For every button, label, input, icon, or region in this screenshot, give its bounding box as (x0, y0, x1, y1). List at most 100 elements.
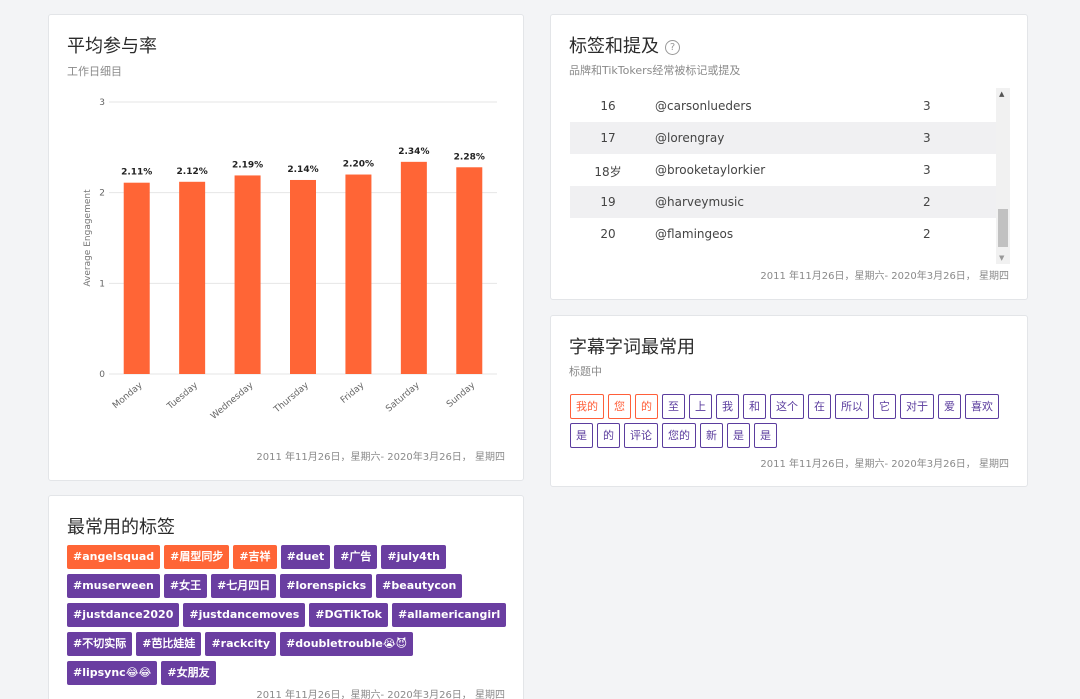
word-chip[interactable]: 在 (808, 394, 831, 419)
hashtag-chip[interactable]: #doubletrouble😭😈 (280, 632, 414, 656)
rank-cell: 19 (600, 195, 616, 209)
hashtag-list: #angelsquad #眉型同步 #吉祥 #duet #广告 #july4th #muse… (67, 545, 507, 685)
hashtag-chip[interactable]: #beautycon (376, 574, 463, 598)
bar-tuesday (179, 181, 206, 374)
word-chip[interactable]: 对于 (900, 394, 934, 419)
hashtag-chip[interactable]: #allamericangirl (391, 603, 507, 627)
hashtags-title: 最常用的标签 (67, 517, 175, 538)
mentions-subtitle: 品牌和TikTokers经常被标记或提及 (569, 64, 741, 77)
help-icon[interactable]: ? (665, 40, 680, 55)
hashtag-chip[interactable]: #rackcity (205, 632, 277, 656)
count-cell: 3 (923, 163, 931, 177)
engagement-date-range: 2011 年11月26日，星期六- 2020年3月26日， 星期四 (256, 452, 505, 463)
mentions-title-text: 标签和提及 (569, 36, 659, 57)
y-axis-label: Average Engagement (83, 189, 93, 287)
hashtag-chip[interactable]: #lipsync😂😂 (67, 661, 158, 685)
hashtag-chip[interactable]: #广告 (334, 545, 378, 569)
bar-thursday (290, 179, 316, 374)
scrollbar-thumb[interactable] (998, 209, 1008, 247)
hashtag-chip[interactable]: #女朋友 (161, 661, 216, 685)
data-label: 2.19% (232, 160, 263, 170)
hashtags-card: 最常用的标签 #angelsquad #眉型同步 #吉祥 #duet #广告 #july4… (48, 495, 524, 699)
word-chip[interactable]: 喜欢 (965, 394, 999, 419)
scroll-up-icon[interactable]: ▲ (999, 90, 1004, 98)
count-cell: 3 (923, 99, 931, 113)
hashtag-chip[interactable]: #不切实际 (67, 632, 133, 656)
word-chip[interactable]: 新 (700, 423, 723, 448)
hashtag-chip[interactable]: #lorenspicks (280, 574, 373, 598)
data-label: 2.20% (343, 160, 374, 170)
rank-cell: 18岁 (594, 165, 622, 179)
engagement-title: 平均参与率 (67, 36, 157, 57)
hashtag-chip[interactable]: #眉型同步 (164, 545, 230, 569)
data-label: 2.34% (398, 147, 429, 157)
data-label: 2.11% (121, 168, 152, 178)
hashtag-chip[interactable]: #justdance2020 (67, 603, 180, 627)
hashtag-chip[interactable]: #muserween (67, 574, 160, 598)
y-tick-label: 0 (99, 370, 105, 380)
word-chip[interactable]: 是 (754, 423, 777, 448)
y-tick-label: 1 (99, 279, 105, 289)
word-chip[interactable]: 评论 (624, 423, 658, 448)
x-tick-label: Tuesday (165, 380, 201, 412)
hashtag-chip[interactable]: #吉祥 (233, 545, 277, 569)
name-cell: @brooketaylorkier (655, 163, 766, 177)
bar-saturday (400, 161, 427, 374)
caption-words-subtitle: 标题中 (569, 365, 602, 378)
x-tick-label: Sunday (445, 380, 478, 410)
hashtags-date-range: 2011 年11月26日，星期六- 2020年3月26日， 星期四 (256, 690, 505, 699)
y-tick-label: 2 (99, 189, 105, 199)
word-chip[interactable]: 至 (662, 394, 685, 419)
word-chip[interactable]: 这个 (770, 394, 804, 419)
x-tick-label: Monday (111, 380, 145, 411)
data-label: 2.14% (287, 165, 318, 175)
hashtag-chip[interactable]: #angelsquad (67, 545, 161, 569)
mentions-date-range: 2011 年11月26日，星期六- 2020年3月26日， 星期四 (760, 271, 1009, 282)
count-cell: 3 (923, 131, 931, 145)
table-row: 16 @carsonlueders 3 (570, 90, 996, 122)
table-row: 17 @lorengray 3 (570, 122, 996, 154)
hashtag-chip[interactable]: #july4th (381, 545, 446, 569)
hashtag-chip[interactable]: #七月四日 (211, 574, 277, 598)
caption-words-title: 字幕字词最常用 (569, 337, 695, 358)
word-chip[interactable]: 是 (727, 423, 750, 448)
word-chip[interactable]: 上 (689, 394, 712, 419)
mentions-table[interactable]: 16 @carsonlueders 3 17 @lorengray 3 18岁 @brooke… (570, 88, 1010, 264)
bar-wednesday (234, 175, 261, 374)
word-chip[interactable]: 您 (608, 394, 631, 419)
count-cell: 2 (923, 195, 931, 209)
caption-words-card: 字幕字词最常用 标题中 我的您的至上我和这个在所以它对于爱喜欢是的评论 您的新是是… (550, 315, 1028, 487)
bar-friday (345, 174, 372, 374)
word-chip[interactable]: 所以 (835, 394, 869, 419)
hashtag-chip[interactable]: #justdancemoves (183, 603, 306, 627)
hashtag-chip[interactable]: #duet (280, 545, 331, 569)
word-chip[interactable]: 它 (873, 394, 896, 419)
mentions-card: 标签和提及? 品牌和TikTokers经常被标记或提及 16 @carsonlue… (550, 14, 1028, 300)
table-row: 19 @harveymusic 2 (570, 186, 996, 218)
rank-cell: 17 (600, 131, 616, 145)
rank-cell: 20 (600, 227, 616, 241)
hashtag-chip[interactable]: #女王 (163, 574, 208, 598)
data-label: 2.12% (177, 167, 208, 177)
rank-cell: 16 (600, 99, 616, 113)
x-tick-label: Saturday (384, 380, 422, 414)
scroll-down-icon[interactable]: ▼ (999, 254, 1004, 262)
word-chip[interactable]: 您的 (662, 423, 696, 448)
name-cell: @lorengray (655, 131, 725, 145)
data-label: 2.28% (454, 152, 485, 162)
y-tick-label: 3 (99, 98, 105, 108)
word-chip[interactable]: 我的 (570, 394, 604, 419)
word-chip[interactable]: 爱 (938, 394, 961, 419)
hashtag-chip[interactable]: #芭比娃娃 (136, 632, 202, 656)
engagement-card: 平均参与率 工作日细目 0 1 2 3 Average Engagement 2.11% M… (48, 14, 524, 481)
word-chip[interactable]: 和 (743, 394, 766, 419)
mentions-title: 标签和提及? (569, 32, 680, 58)
name-cell: @carsonlueders (655, 99, 752, 113)
engagement-bar-chart: 0 1 2 3 Average Engagement 2.11% Monday 2.12% Tu… (83, 98, 497, 422)
word-chip[interactable]: 的 (635, 394, 658, 419)
table-scrollbar[interactable]: ▲ ▼ (996, 88, 1010, 264)
word-chip[interactable]: 是 (570, 423, 593, 448)
word-chip[interactable]: 我 (716, 394, 739, 419)
hashtag-chip[interactable]: #DGTikTok (309, 603, 388, 627)
word-chip[interactable]: 的 (597, 423, 620, 448)
